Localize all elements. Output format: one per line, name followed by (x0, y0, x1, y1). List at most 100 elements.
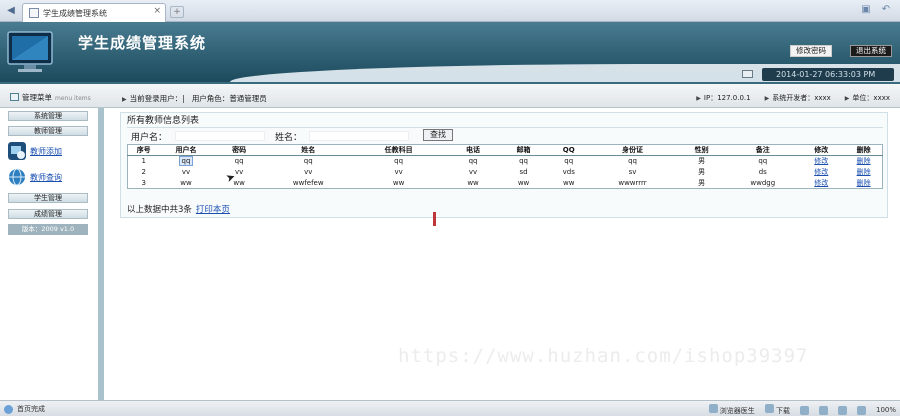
edit-link[interactable]: 修改 (814, 179, 828, 187)
cell-gender: 男 (698, 157, 706, 166)
name-input[interactable] (309, 131, 409, 141)
column-header: 删除 (845, 144, 883, 156)
search-button[interactable]: 查找 (423, 129, 453, 141)
globe-icon (4, 404, 13, 414)
cell-email: qq (519, 157, 528, 166)
monitor-logo-icon (7, 31, 53, 72)
cell-password: vv (234, 168, 244, 176)
cell-password: qq (234, 157, 244, 166)
change-password-button[interactable]: 修改密码 (790, 45, 832, 57)
column-header: 任教科目 (350, 144, 447, 156)
ie-icon[interactable] (818, 405, 828, 415)
column-header: 序号 (127, 144, 160, 156)
cell-delete: 删除 (845, 178, 882, 189)
menu-title-en: menu items (55, 95, 91, 102)
ip-text: IP：127.0.0.1 (703, 94, 751, 102)
cell-edit: 修改 (797, 178, 845, 189)
window-icon[interactable]: ▣ (860, 4, 872, 16)
sidebar-item-query-teacher[interactable]: 教师查询 (8, 168, 62, 186)
menu-header: 管理菜单 menu items (10, 92, 91, 103)
main-content: 所有教师信息列表 用户名： 姓名： 查找 序号 用户名 密码 姓名 任教科目 电… (110, 108, 900, 400)
sound-icon[interactable] (856, 405, 866, 415)
cell-name: vv (304, 168, 313, 176)
role-label: 用户角色： (191, 94, 230, 103)
zoom-level[interactable]: 100% (876, 406, 896, 414)
cell-username: ww (180, 178, 192, 187)
edit-link[interactable]: 修改 (814, 157, 828, 165)
globe-icon (9, 168, 25, 186)
column-header: QQ (547, 144, 590, 156)
teacher-table: 序号 用户名 密码 姓名 任教科目 电话 邮箱 QQ 身份证 性别 备注 修改 … (127, 144, 883, 189)
cell-subject: qq (394, 157, 404, 166)
app-title: 学生成绩管理系统 (78, 34, 207, 52)
cell-subject: ww (392, 178, 405, 187)
watermark-text: https://www.huzhan.com/ishop39397 (398, 345, 809, 367)
column-header: 备注 (728, 144, 798, 156)
username-input[interactable] (175, 131, 265, 141)
username-label: 用户名： (131, 133, 168, 143)
column-header: 身份证 (590, 144, 676, 156)
page-icon (29, 8, 39, 18)
arrow-icon: ▶ (764, 95, 770, 102)
cell-remark: ds (758, 168, 767, 176)
sidebar-item-teachers[interactable]: 教师管理 (8, 126, 88, 136)
arrow-icon: ▶ (122, 96, 127, 103)
cell-index: 3 (141, 178, 146, 187)
download-status[interactable]: 下载 (764, 404, 790, 416)
cell-edit: 修改 (797, 167, 845, 178)
logout-button[interactable]: 退出系统 (850, 45, 892, 57)
table-footer: 以上数据中共3条 打印本页 (127, 203, 230, 215)
cell-name: qq (303, 157, 313, 166)
cell-email: sd (519, 168, 528, 176)
cell-remark: qq (758, 157, 768, 166)
calendar-icon (742, 70, 753, 78)
sidebar-item-scores[interactable]: 成绩管理 (8, 209, 88, 219)
cell-edit: 修改 (797, 156, 845, 167)
browser-tab[interactable]: 学生成绩管理系统 × (22, 3, 166, 22)
browser-status-bar: 首页完成 浏览器医生 下载 100% (0, 400, 900, 416)
developer-text: 系统开发者：xxxx (772, 94, 831, 102)
delete-link[interactable]: 删除 (857, 157, 871, 165)
sidebar-item-label: 教师添加 (30, 146, 62, 156)
browser-doctor-status[interactable]: 浏览器医生 (708, 404, 755, 416)
cell-qq: ww (563, 178, 575, 187)
cell-subject: vv (394, 168, 403, 176)
tab-close-icon[interactable]: × (153, 6, 161, 16)
version-label: 版本：2009 v1.0 (8, 224, 88, 235)
undo-icon[interactable]: ↶ (880, 4, 892, 16)
table-row: 1 qq qq qq qq qq qq qq qq 男 qq 修改 删除 (128, 156, 883, 167)
table-row: 3 ww ww wwfefew ww ww ww ww wwwrrrr 男 ww… (128, 178, 883, 189)
cell-name: wwfefew (292, 178, 324, 187)
cell-gender: 男 (698, 168, 706, 176)
sidebar-item-add-teacher[interactable]: 教师添加 (8, 142, 62, 160)
table-header-row: 序号 用户名 密码 姓名 任教科目 电话 邮箱 QQ 身份证 性别 备注 修改 … (127, 144, 883, 156)
add-teacher-icon (8, 142, 26, 160)
new-tab-button[interactable]: + (170, 6, 184, 18)
sidebar-item-system[interactable]: 系统管理 (8, 111, 88, 121)
edit-link[interactable]: 修改 (814, 168, 828, 176)
cell-index: 1 (141, 157, 146, 166)
sidebar-item-students[interactable]: 学生管理 (8, 193, 88, 203)
delete-link[interactable]: 删除 (857, 179, 871, 187)
delete-link[interactable]: 删除 (857, 168, 871, 176)
menu-icon (10, 93, 19, 101)
download-icon (764, 404, 774, 413)
doctor-icon (708, 404, 718, 413)
unit-text: 单位：xxxx (852, 94, 890, 102)
name-label: 姓名： (275, 133, 303, 143)
print-page-link[interactable]: 打印本页 (196, 205, 230, 215)
shield-icon[interactable] (837, 405, 847, 415)
back-icon[interactable]: ◀ (4, 4, 18, 18)
column-header: 性别 (675, 144, 729, 156)
tool-icon[interactable] (799, 405, 809, 415)
cell-username: vv (181, 168, 191, 176)
menu-title: 管理菜单 (22, 93, 52, 102)
browser-tab-strip: ◀ 学生成绩管理系统 × + ▣ ↶ (0, 0, 900, 22)
cell-email: ww (517, 178, 530, 187)
app-header: 学生成绩管理系统 修改密码 退出系统 2014-01-27 06:33:03 P… (0, 22, 900, 82)
selected-username: qq (178, 156, 194, 167)
record-count: 以上数据中共3条 (127, 205, 192, 215)
current-user: | (182, 94, 185, 103)
info-bar: 管理菜单 menu items ▶ 当前登录用户：| 用户角色：普通管理员 ▶ IP：… (0, 82, 900, 108)
arrow-icon: ▶ (844, 95, 850, 102)
